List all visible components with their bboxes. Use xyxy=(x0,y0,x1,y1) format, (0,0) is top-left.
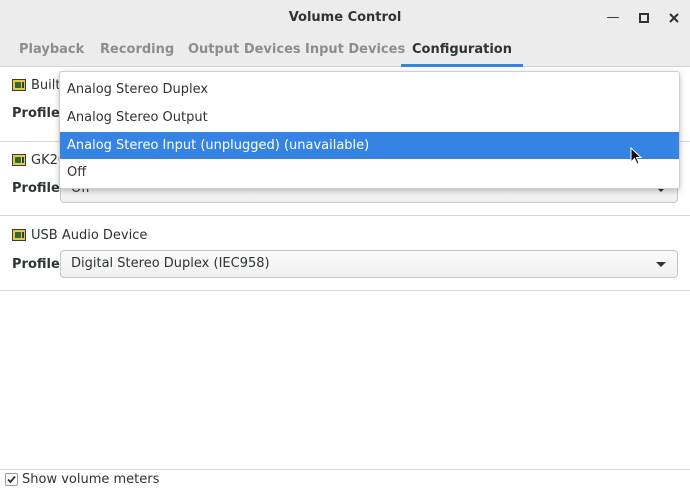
minimize-icon[interactable]: — xyxy=(603,8,623,28)
tab-output-devices[interactable]: Output Devices xyxy=(188,36,301,66)
tab-playback[interactable]: Playback xyxy=(19,36,84,66)
profile-value: Digital Stereo Duplex (IEC958) xyxy=(71,256,270,271)
sound-card-icon xyxy=(12,79,26,91)
checkmark-icon xyxy=(7,475,16,484)
device-card-usb: USB Audio Device Profile: Digital Stereo… xyxy=(0,216,690,291)
close-icon[interactable] xyxy=(664,8,684,28)
window-title: Volume Control xyxy=(288,10,402,25)
profile-combo[interactable]: Digital Stereo Duplex (IEC958) xyxy=(60,250,678,278)
profile-dropdown-menu: Analog Stereo Duplex Analog Stereo Outpu… xyxy=(59,71,680,189)
profile-label: Profile: xyxy=(12,181,65,196)
profile-label: Profile: xyxy=(12,257,65,272)
dropdown-option[interactable]: Analog Stereo Output xyxy=(60,104,679,131)
show-meters-checkbox[interactable] xyxy=(5,473,18,486)
tab-bar: Playback Recording Output Devices Input … xyxy=(0,36,690,67)
chevron-down-icon xyxy=(656,262,666,267)
mouse-cursor-icon xyxy=(630,147,643,165)
maximize-icon[interactable] xyxy=(634,8,654,28)
dropdown-option[interactable]: Off xyxy=(60,159,679,186)
dropdown-option-selected[interactable]: Analog Stereo Input (unplugged) (unavail… xyxy=(60,132,679,159)
dropdown-option[interactable]: Analog Stereo Duplex xyxy=(60,76,679,103)
show-meters-label[interactable]: Show volume meters xyxy=(22,472,159,487)
sound-card-icon xyxy=(12,229,26,241)
profile-label: Profile: xyxy=(12,106,65,121)
sound-card-icon xyxy=(12,154,26,166)
tab-configuration[interactable]: Configuration xyxy=(401,36,523,67)
title-bar: Volume Control — xyxy=(0,0,690,37)
tab-input-devices[interactable]: Input Devices xyxy=(305,36,405,66)
device-name: USB Audio Device xyxy=(31,228,148,243)
tab-recording[interactable]: Recording xyxy=(100,36,174,66)
footer-bar: Show volume meters xyxy=(0,469,690,491)
